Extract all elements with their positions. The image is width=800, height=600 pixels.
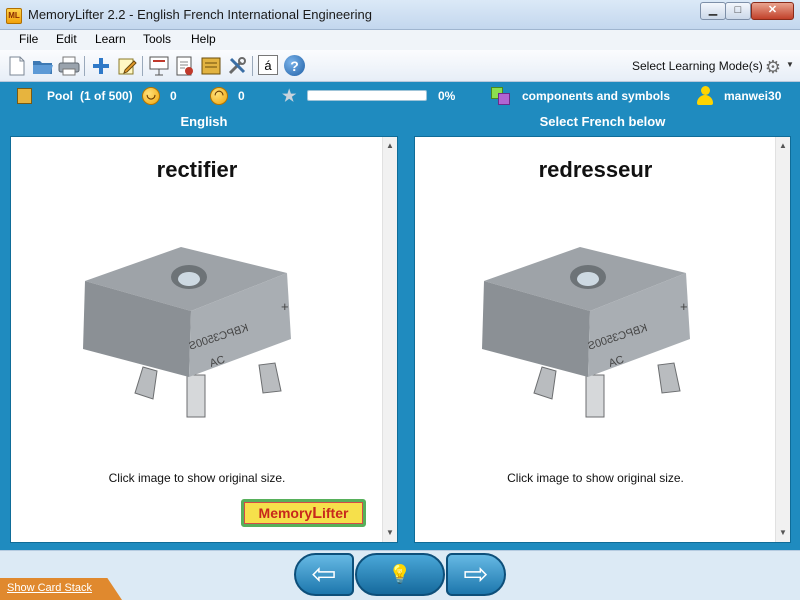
show-card-stack-link[interactable]: Show Card Stack xyxy=(7,582,92,594)
happy-smiley-icon: ◡ xyxy=(142,87,160,105)
help-icon[interactable]: ? xyxy=(284,55,305,76)
maximize-button[interactable]: □ xyxy=(725,2,751,20)
left-arrow-icon: ⇦ xyxy=(311,557,337,591)
lightbulb-icon: 💡 xyxy=(388,564,412,584)
question-image-hint: Click image to show original size. xyxy=(108,471,286,485)
menu-learn[interactable]: Learn xyxy=(93,32,128,46)
edit-card-icon[interactable] xyxy=(116,55,138,77)
menu-bar: File Edit Learn Tools Help xyxy=(0,30,800,50)
slideshow-icon[interactable] xyxy=(148,55,170,77)
title-bar: ML MemoryLifter 2.2 - English French Int… xyxy=(0,0,800,30)
navigation-bar: ⇦ 💡 ⇨ xyxy=(0,550,800,600)
progress-bar xyxy=(307,90,427,101)
sad-smiley-icon: ◠ xyxy=(210,87,228,105)
pool-count: (1 of 500) xyxy=(80,89,133,103)
minimize-button[interactable]: ▁ xyxy=(700,2,726,20)
plus-marking: + xyxy=(281,299,289,314)
toolbar: á ? Select Learning Mode(s) ⚙ ▼ xyxy=(0,50,800,82)
hint-button[interactable]: 💡 xyxy=(355,553,445,596)
print-icon[interactable] xyxy=(58,55,80,77)
question-header: English xyxy=(180,114,228,129)
toolbar-separator xyxy=(142,56,143,76)
status-bar: Pool (1 of 500) ◡ 0 ◠ 0 ★ 0% components … xyxy=(0,82,800,110)
gear-icon[interactable]: ⚙ xyxy=(762,56,784,78)
answer-card: redresseur KBPC3500S + AC Click image to… xyxy=(414,136,791,543)
window-title: MemoryLifter 2.2 - English French Intern… xyxy=(28,7,372,22)
answer-image-hint: Click image to show original size. xyxy=(507,471,684,485)
user-name: manwei30 xyxy=(724,89,782,103)
plus-marking: + xyxy=(680,299,688,314)
next-card-button[interactable]: ⇨ xyxy=(446,553,506,596)
toolbar-separator xyxy=(252,56,253,76)
rectifier-image[interactable]: KBPC3500S + AC xyxy=(81,227,311,427)
progress-percent: 0% xyxy=(438,89,456,103)
menu-edit[interactable]: Edit xyxy=(54,32,79,46)
right-arrow-icon: ⇨ xyxy=(463,557,489,591)
scroll-down-icon[interactable]: ▼ xyxy=(383,526,397,540)
card-box-icon[interactable] xyxy=(200,55,222,77)
select-learning-mode-label[interactable]: Select Learning Mode(s) xyxy=(632,59,763,73)
user-icon xyxy=(697,86,713,106)
redresseur-image[interactable]: KBPC3500S + AC xyxy=(480,227,710,427)
scroll-up-icon[interactable]: ▲ xyxy=(776,139,790,153)
answer-header: Select French below xyxy=(539,114,666,129)
chevron-down-icon[interactable]: ▼ xyxy=(786,60,794,69)
correct-count: 0 xyxy=(170,89,177,103)
menu-help[interactable]: Help xyxy=(189,32,218,46)
menu-file[interactable]: File xyxy=(17,32,40,46)
question-scrollbar[interactable]: ▲ ▼ xyxy=(382,137,397,542)
menu-tools[interactable]: Tools xyxy=(141,32,173,46)
toolbar-separator xyxy=(84,56,85,76)
question-word: rectifier xyxy=(156,157,238,182)
memorylifter-app-icon: ML xyxy=(6,8,22,24)
question-card: rectifier KBPC3500S + AC Click image to … xyxy=(10,136,398,543)
star-icon: ★ xyxy=(282,88,297,105)
scroll-down-icon[interactable]: ▼ xyxy=(776,526,790,540)
chapter-name: components and symbols xyxy=(522,89,671,103)
statistics-icon[interactable] xyxy=(174,55,196,77)
pool-label: Pool xyxy=(47,89,73,103)
wrong-count: 0 xyxy=(238,89,245,103)
card-area: English Select French below rectifier KB… xyxy=(0,110,800,550)
chapter-icon xyxy=(491,87,511,105)
new-file-icon[interactable] xyxy=(6,55,28,77)
answer-scrollbar[interactable]: ▲ ▼ xyxy=(775,137,790,542)
answer-word: redresseur xyxy=(538,157,653,182)
add-card-icon[interactable] xyxy=(90,55,112,77)
pool-icon xyxy=(17,88,32,104)
scroll-up-icon[interactable]: ▲ xyxy=(383,139,397,153)
close-button[interactable]: ✕ xyxy=(751,2,794,20)
open-folder-icon[interactable] xyxy=(32,55,54,77)
memorylifter-logo: MemoryLifter xyxy=(241,499,366,527)
special-characters-icon[interactable]: á xyxy=(258,55,278,75)
settings-tools-icon[interactable] xyxy=(226,55,248,77)
previous-card-button[interactable]: ⇦ xyxy=(294,553,354,596)
